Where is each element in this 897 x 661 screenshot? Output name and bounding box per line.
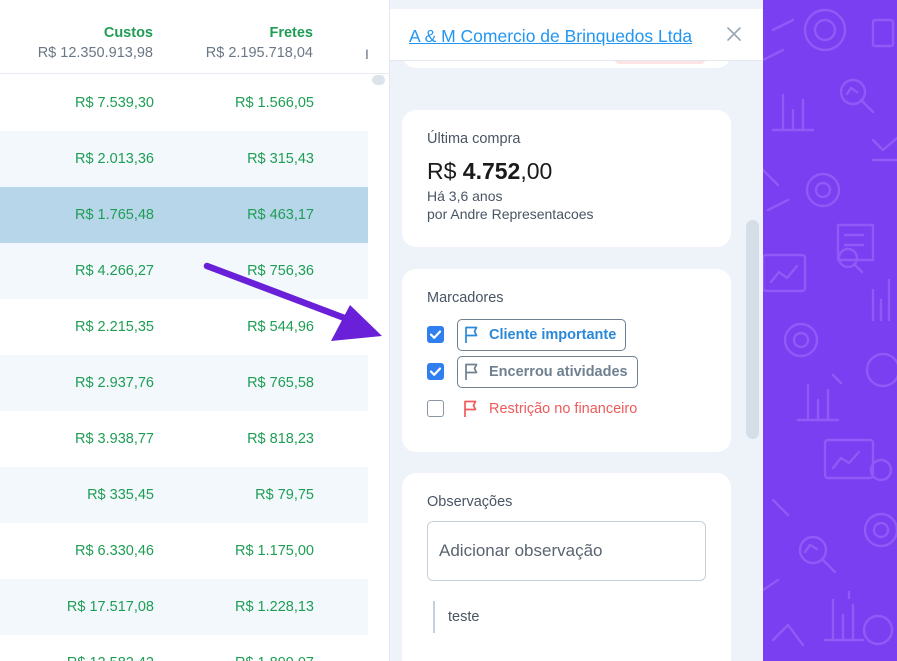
checkbox-icon[interactable] bbox=[427, 400, 444, 417]
flag-icon bbox=[462, 325, 482, 356]
currency-symbol: R$ bbox=[427, 158, 457, 184]
checkbox-icon[interactable] bbox=[427, 363, 444, 380]
table-row[interactable]: R$ 12.582,42 R$ 1.899,07 bbox=[0, 635, 368, 661]
table-scrollbar[interactable] bbox=[372, 75, 385, 85]
flag-icon bbox=[462, 362, 482, 393]
marker-tag-restricao-financeiro[interactable]: Restrição no financeiro bbox=[457, 393, 646, 425]
table-row[interactable]: R$ 2.013,36 R$ 315,43 bbox=[0, 131, 368, 187]
cell-custos: R$ 2.215,35 bbox=[74, 319, 154, 335]
customer-detail-panel: Última compra R$ 4.752,00 Há 3,6 anos po… bbox=[389, 0, 763, 661]
column-total-custos: R$ 12.350.913,98 bbox=[37, 45, 153, 61]
column-label-fretes: Fretes bbox=[269, 25, 313, 41]
cell-fretes: R$ 765,58 bbox=[247, 375, 314, 391]
table-row[interactable]: R$ 2.937,76 R$ 765,58 bbox=[0, 355, 368, 411]
table-row[interactable]: R$ 2.215,35 R$ 544,96 bbox=[0, 299, 368, 355]
add-observation-input[interactable]: Adicionar observação bbox=[427, 521, 706, 581]
cell-fretes: R$ 1.899,07 bbox=[235, 635, 314, 661]
company-name-link[interactable]: A & M Comercio de Brinquedos Ltda bbox=[409, 26, 692, 47]
marker-label: Encerrou atividades bbox=[489, 364, 628, 380]
table-row[interactable]: R$ 6.330,46 R$ 1.175,00 bbox=[0, 523, 368, 579]
table-row[interactable]: R$ 7.539,30 R$ 1.566,05 bbox=[0, 75, 368, 131]
table-header: Custos R$ 12.350.913,98 Fretes R$ 2.195.… bbox=[0, 0, 390, 74]
column-header-truncated: I bbox=[365, 46, 369, 62]
table-row[interactable]: R$ 3.938,77 R$ 818,23 bbox=[0, 411, 368, 467]
table-row[interactable]: R$ 17.517,08 R$ 1.228,13 bbox=[0, 579, 368, 635]
cell-custos: R$ 6.330,46 bbox=[74, 543, 154, 559]
cell-fretes: R$ 1.175,00 bbox=[234, 543, 314, 559]
cell-fretes: R$ 544,96 bbox=[247, 319, 314, 335]
cell-custos: R$ 3.938,77 bbox=[74, 431, 154, 447]
table-row[interactable]: R$ 335,45 R$ 79,75 bbox=[0, 467, 368, 523]
marker-label: Restrição no financeiro bbox=[489, 401, 638, 417]
checkbox-icon[interactable] bbox=[427, 326, 444, 343]
last-purchase-title: Última compra bbox=[427, 131, 521, 147]
amount-decimals: ,00 bbox=[520, 158, 553, 184]
cell-fretes: R$ 1.228,13 bbox=[234, 599, 314, 615]
last-purchase-card: Última compra R$ 4.752,00 Há 3,6 anos po… bbox=[402, 110, 731, 247]
observations-card: Observações Adicionar observação teste bbox=[402, 473, 731, 661]
marker-tag-cliente-importante[interactable]: Cliente importante bbox=[457, 319, 627, 351]
cell-custos: R$ 2.937,76 bbox=[74, 375, 154, 391]
last-purchase-amount: R$ 4.752,00 bbox=[427, 158, 552, 185]
marker-label: Cliente importante bbox=[489, 327, 617, 343]
markers-title: Marcadores bbox=[427, 290, 504, 306]
last-purchase-age: Há 3,6 anos bbox=[427, 188, 503, 204]
column-total-fretes: R$ 2.195.718,04 bbox=[205, 45, 313, 61]
column-header-fretes[interactable]: Fretes R$ 2.195.718,04 bbox=[206, 25, 313, 62]
cell-fretes: R$ 463,17 bbox=[247, 207, 314, 223]
table-row-selected[interactable]: R$ 1.765,48 R$ 463,17 bbox=[0, 187, 368, 243]
cell-custos: R$ 7.539,30 bbox=[74, 95, 154, 111]
cell-fretes: R$ 818,23 bbox=[247, 431, 314, 447]
cell-custos: R$ 12.582,42 bbox=[67, 635, 154, 661]
cell-custos: R$ 17.517,08 bbox=[66, 599, 154, 615]
panel-header: A & M Comercio de Brinquedos Ltda bbox=[390, 9, 763, 61]
cell-fretes: R$ 315,43 bbox=[247, 151, 314, 167]
markers-card: Marcadores Cliente importante Encerrou a… bbox=[402, 269, 731, 452]
last-purchase-rep: por Andre Representacoes bbox=[427, 206, 594, 222]
pattern-icon bbox=[763, 8, 897, 647]
cell-fretes: R$ 756,36 bbox=[247, 263, 314, 279]
column-label-custos: Custos bbox=[103, 25, 153, 41]
observation-note: teste bbox=[433, 601, 479, 633]
table-row[interactable]: R$ 4.266,27 R$ 756,36 bbox=[0, 243, 368, 299]
column-header-custos[interactable]: Custos R$ 12.350.913,98 bbox=[38, 25, 153, 62]
observations-title: Observações bbox=[427, 494, 513, 510]
cell-custos: R$ 2.013,36 bbox=[74, 151, 154, 167]
flag-icon bbox=[461, 399, 481, 431]
close-icon[interactable] bbox=[724, 24, 744, 44]
costs-table: Custos R$ 12.350.913,98 Fretes R$ 2.195.… bbox=[0, 0, 390, 661]
cell-custos: R$ 335,45 bbox=[87, 487, 154, 503]
marker-tag-encerrou-atividades[interactable]: Encerrou atividades bbox=[457, 356, 638, 388]
cell-fretes: R$ 79,75 bbox=[255, 487, 314, 503]
amount-integer: 4.752 bbox=[462, 158, 521, 184]
cell-fretes: R$ 1.566,05 bbox=[234, 95, 314, 111]
cell-custos: R$ 1.765,48 bbox=[74, 207, 154, 223]
cell-custos: R$ 4.266,27 bbox=[74, 263, 154, 279]
panel-scrollbar[interactable] bbox=[746, 220, 759, 439]
decorative-background bbox=[763, 0, 897, 661]
